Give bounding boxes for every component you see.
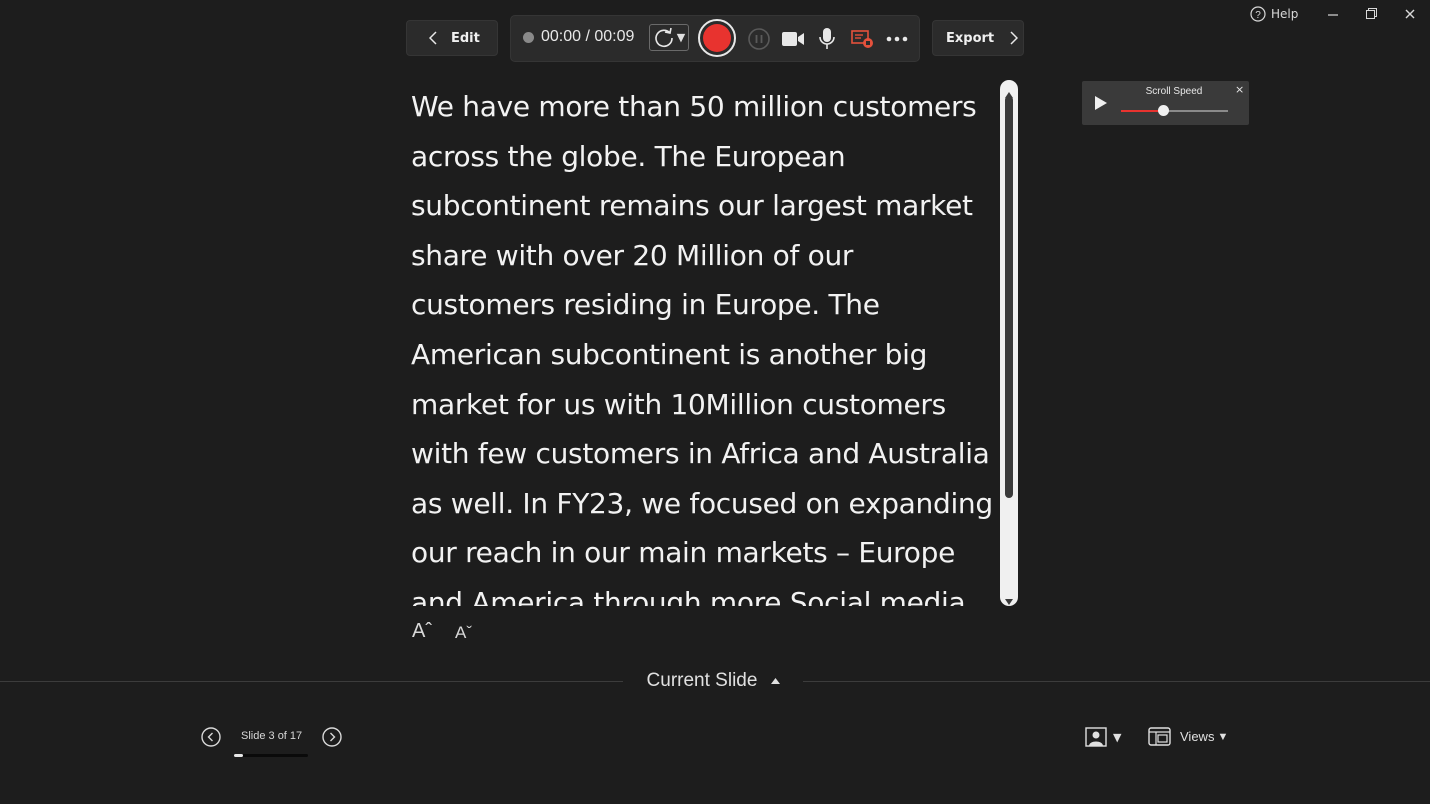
increase-font-size-button[interactable]: Aˆ [412,620,432,643]
more-options-button[interactable] [883,25,911,53]
svg-text:?: ? [1255,10,1261,21]
help-icon: ? [1250,6,1266,22]
more-icon [886,36,908,42]
decrease-font-size-button[interactable]: Aˇ [455,623,472,643]
person-frame-icon [1085,727,1107,747]
play-button[interactable] [1094,95,1108,115]
help-label: Help [1271,7,1299,21]
chevron-up-icon [771,678,781,684]
recording-toolbar: 00:00 / 00:09 ▼ [510,15,920,62]
pause-icon [748,28,770,50]
scrollbar-thumb[interactable] [1005,96,1013,498]
edit-button[interactable]: Edit [406,20,498,56]
screen-record-button[interactable] [849,25,877,53]
screen-record-icon [851,30,873,48]
retake-dropdown[interactable]: ▼ [649,24,689,51]
retake-icon [654,27,673,47]
minimize-icon [1328,4,1338,23]
minimize-button[interactable] [1314,0,1352,26]
camera-button[interactable] [779,25,807,53]
chevron-left-icon [429,31,437,45]
camera-icon [782,32,804,46]
recording-status-indicator [523,32,534,43]
close-icon [1405,4,1415,23]
record-icon [703,24,731,52]
views-dropdown[interactable]: Views ▼ [1148,727,1228,746]
arrow-left-circle-icon [201,727,221,747]
scroll-speed-slider-knob[interactable] [1158,105,1170,116]
export-label: Export [946,30,995,46]
divider-right [803,681,1430,682]
recording-timer: 00:00 / 00:09 [541,28,635,45]
arrow-right-circle-icon [322,727,342,747]
camera-layout-dropdown[interactable]: ▼ [1085,727,1121,747]
play-icon [1095,96,1107,110]
scroll-down-arrow-icon[interactable] [1004,591,1014,610]
pause-button[interactable] [745,25,773,53]
current-slide-toggle[interactable]: Current Slide [625,670,802,692]
restore-icon [1365,4,1377,23]
close-window-button[interactable] [1391,0,1429,26]
microphone-icon [819,28,835,49]
record-button[interactable] [698,19,736,57]
export-button[interactable]: Export [932,20,1024,56]
help-button[interactable]: ? Help [1250,4,1298,24]
slide-counter: Slide 3 of 17 [241,730,303,742]
teleprompter-script[interactable]: We have more than 50 million customers a… [411,80,996,606]
script-text: We have more than 50 million customers a… [411,90,993,606]
next-slide-button[interactable] [322,727,342,747]
scroll-speed-panel: Scroll Speed × [1082,81,1249,125]
restore-button[interactable] [1352,0,1390,26]
microphone-button[interactable] [813,25,841,53]
edit-label: Edit [451,30,480,46]
chevron-right-icon [1010,31,1019,45]
views-label: Views [1180,729,1215,744]
slide-progress-fill [234,754,243,757]
close-icon[interactable]: × [1235,83,1244,96]
chevron-down-icon: ▼ [1113,730,1122,744]
current-slide-label: Current Slide [646,670,758,691]
views-layout-icon [1148,727,1171,746]
previous-slide-button[interactable] [201,727,221,747]
divider-left [0,681,623,682]
slide-progress-track [234,754,308,757]
chevron-down-icon: ▼ [1217,730,1229,743]
chevron-down-icon: ▼ [676,31,686,44]
